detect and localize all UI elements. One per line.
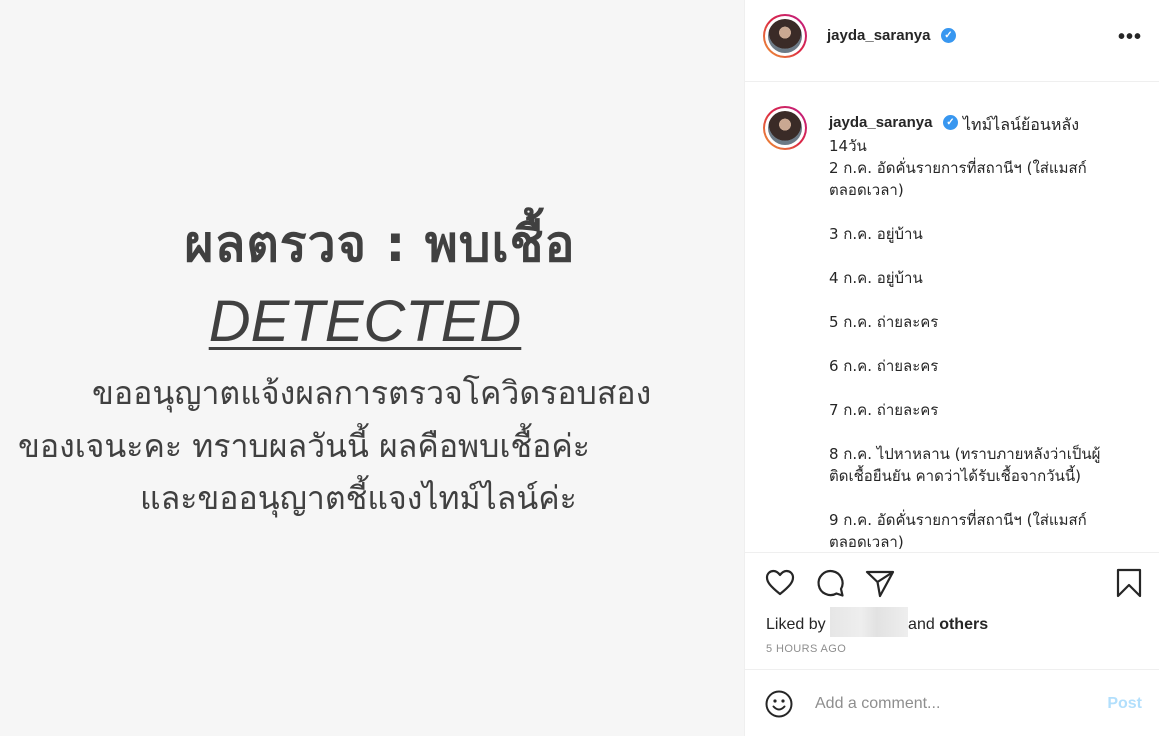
image-text-line-2: ของเจนะคะ ทราบผลวันนี้ ผลคือพบเชื้อค่ะ [18,427,590,465]
header-username[interactable]: jayda_saranya [827,27,930,44]
post-side-panel: jayda_saranya ✓ ••• jayda_saranya ✓ ไทม์… [744,0,1159,736]
comment-bar: Add a comment... Post [745,669,1159,737]
bookmark-icon[interactable] [1113,567,1145,599]
liked-by-others-link[interactable]: others [939,616,988,633]
comment-input[interactable]: Add a comment... [815,695,940,713]
verified-badge-icon: ✓ [941,28,956,43]
share-icon[interactable] [864,567,896,599]
verified-badge-icon: ✓ [943,115,958,130]
caption-body: 14วัน 2 ก.ค. อัดคั่นรายการที่สถานีฯ (ใส่… [829,137,1101,551]
caption-avatar[interactable] [763,106,807,150]
blurred-username [830,607,909,637]
image-detected-text: DETECTED [208,289,522,354]
liked-by-text: Liked by and others [766,607,988,637]
post-header: jayda_saranya ✓ ••• [745,0,1159,82]
caption-username[interactable]: jayda_saranya [829,114,932,131]
image-text-line-3: และขออนุญาตชี้แจงไทม์ไลน์ค่ะ [140,479,577,517]
post-comment-button[interactable]: Post [1107,695,1142,713]
comment-icon[interactable] [814,567,846,599]
like-heart-icon[interactable] [764,567,796,599]
more-options-icon[interactable]: ••• [1118,26,1142,49]
liked-by-and: and [908,616,935,634]
image-heading: ผลตรวจ : พบเชื้อ [184,215,576,273]
post-actions: Liked by and others 5 HOURS AGO [745,552,1159,670]
liked-by-prefix: Liked by [766,616,826,634]
avatar[interactable] [763,14,807,58]
emoji-icon[interactable] [765,690,793,718]
post-timestamp[interactable]: 5 HOURS AGO [766,643,846,655]
caption: jayda_saranya ✓ ไทม์ไลน์ย้อนหลัง 14วัน 2… [745,82,1159,552]
image-text-line-1: ขออนุญาตแจ้งผลการตรวจโควิดรอบสอง [92,374,652,412]
post-image: ผลตรวจ : พบเชื้อ DETECTED ขออนุญาตแจ้งผล… [0,0,744,736]
